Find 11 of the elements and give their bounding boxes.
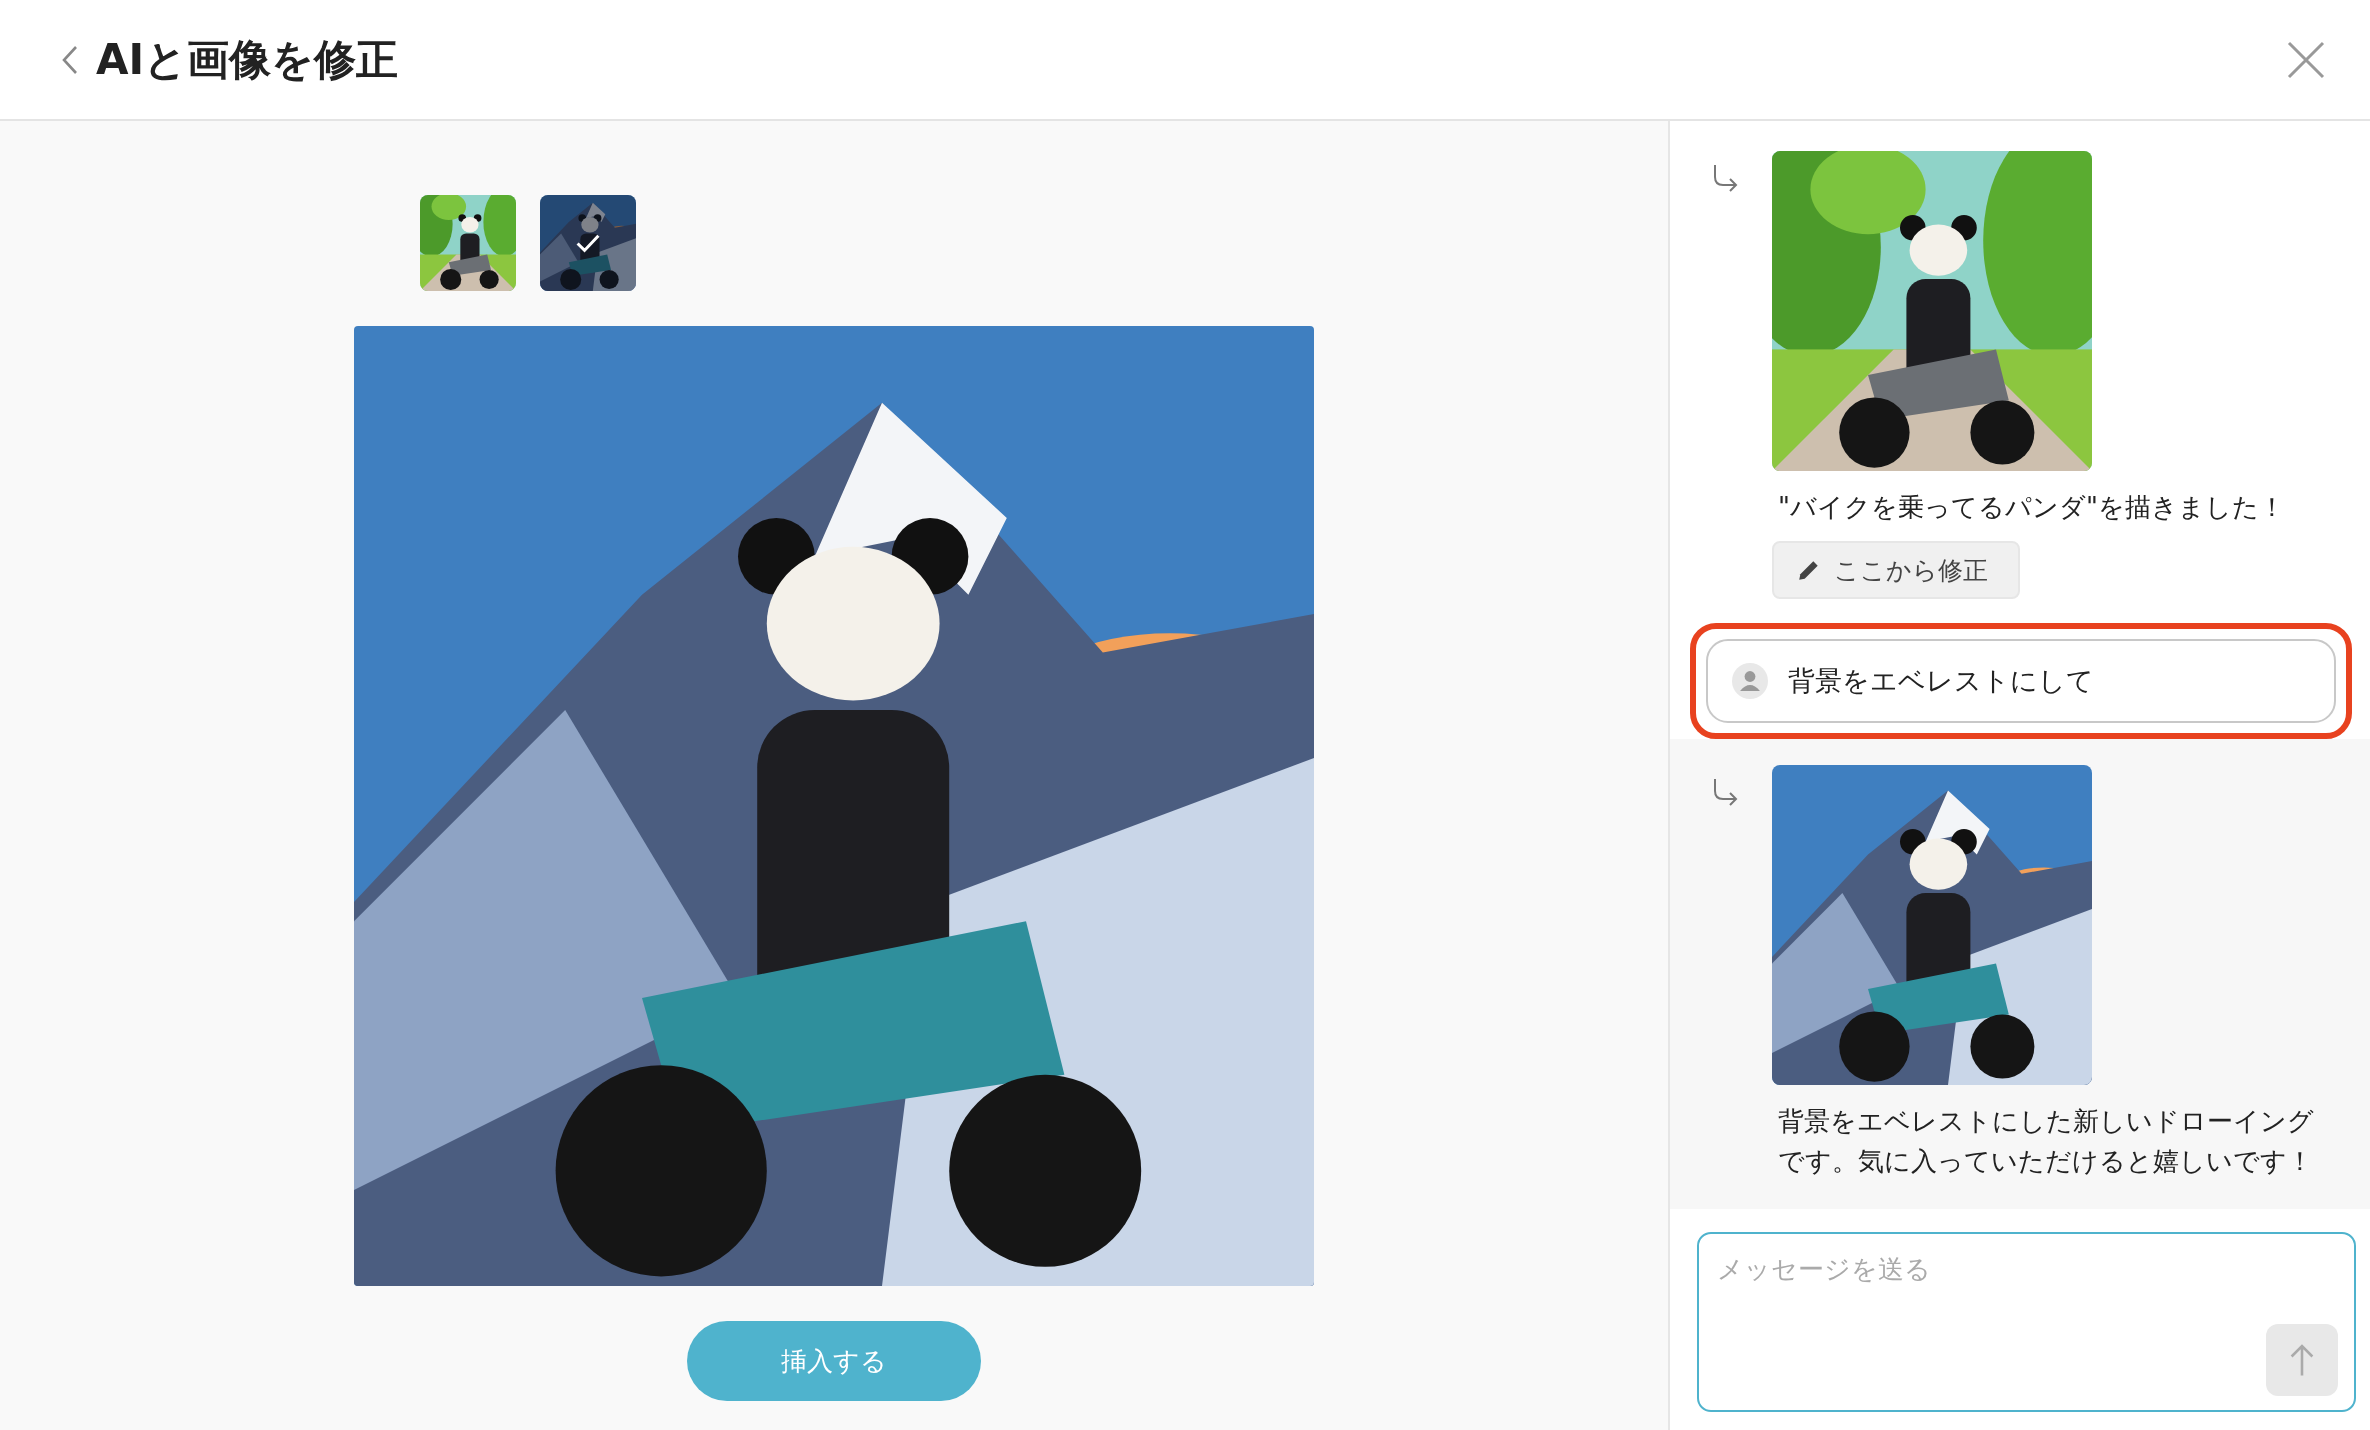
send-button[interactable] — [2266, 1324, 2338, 1396]
message-text: 背景をエベレストにして — [1788, 664, 2094, 698]
message-text: 背景をエベレストにした新しいドローイングです。気に入っていただけると嬉しいです！ — [1778, 1105, 2315, 1178]
message-text: "バイクを乗ってるパンダ"を描きました！ — [1778, 491, 2286, 524]
avatar-icon — [1732, 663, 1768, 699]
message-input-field[interactable]: メッセージを送る — [1697, 1232, 2356, 1412]
page-title: AIと画像を修正 — [96, 33, 399, 86]
check-icon — [575, 232, 601, 254]
send-icon — [2289, 1342, 2315, 1378]
edit-from-here-button[interactable]: ここから修正 — [1772, 541, 2020, 599]
close-icon[interactable] — [2286, 39, 2326, 80]
